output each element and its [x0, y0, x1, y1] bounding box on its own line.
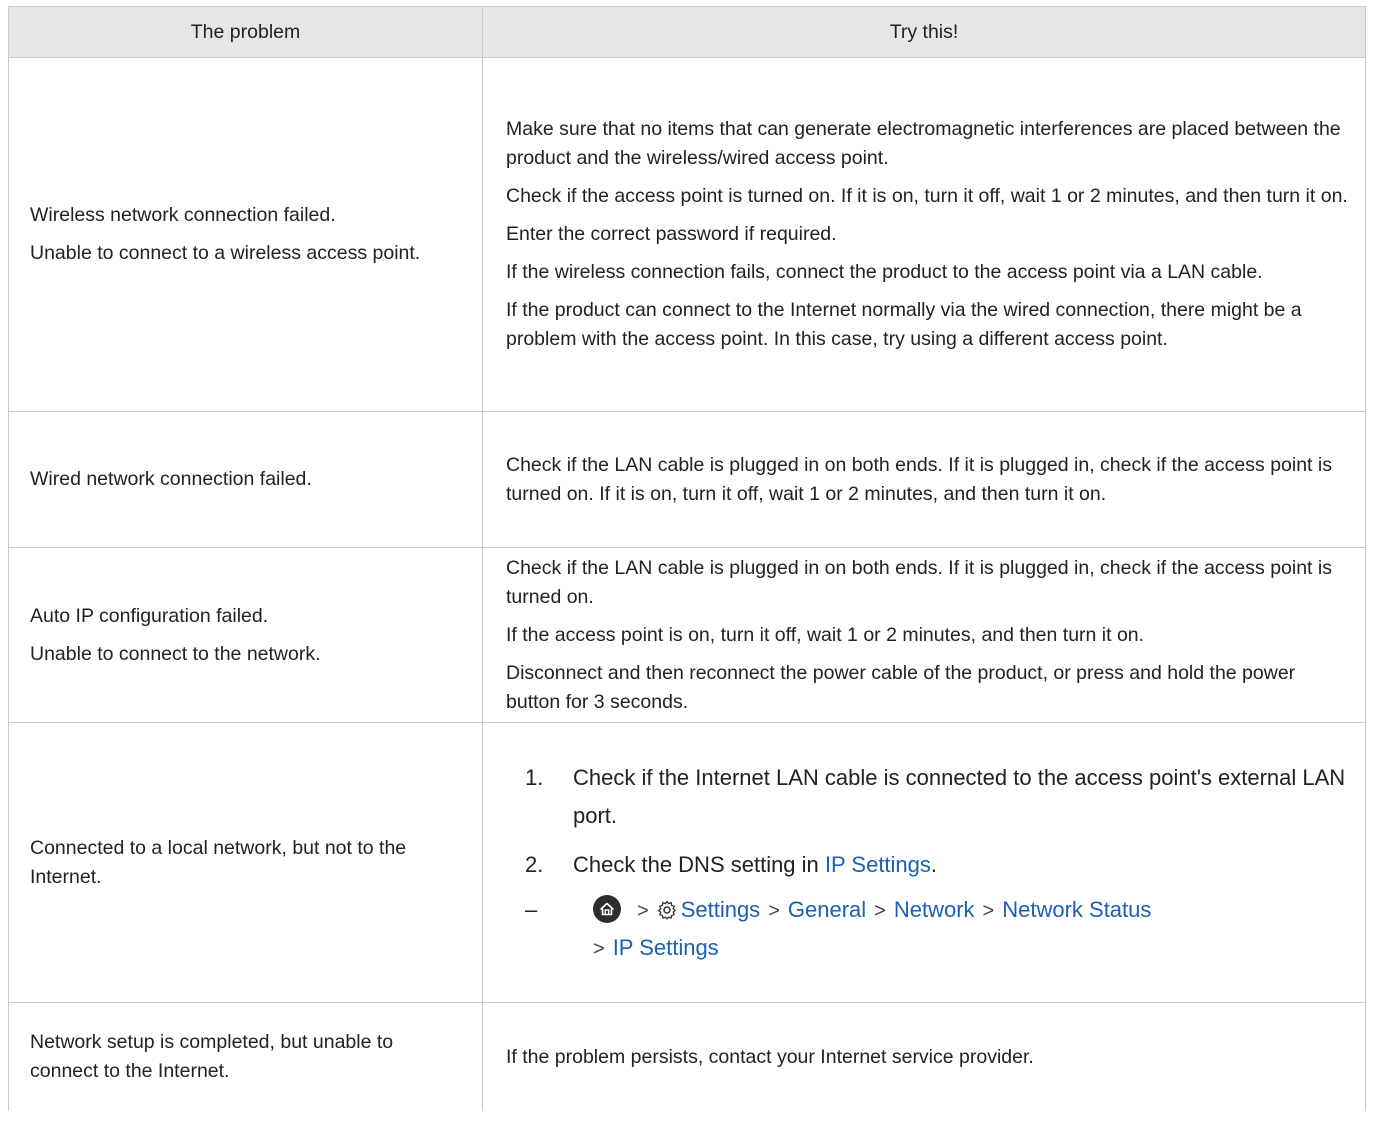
- problem-cell: Wired network connection failed.: [9, 412, 483, 547]
- numbered-steps: 1. Check if the Internet LAN cable is co…: [506, 759, 1351, 884]
- problem-cell: Network setup is completed, but unable t…: [9, 1003, 483, 1111]
- solution-text: If the problem persists, contact your In…: [506, 1045, 1034, 1068]
- solution-text: Make sure that no items that can generat…: [506, 118, 1341, 169]
- problem-text: Wired network connection failed.: [30, 468, 312, 490]
- menu-path: – > Settings > General > Network > Network Sta…: [506, 892, 1351, 967]
- problem-text: Connected to a local network, but not to…: [30, 836, 407, 888]
- step-number: 2.: [525, 851, 544, 877]
- chevron-right-icon: >: [768, 899, 780, 922]
- solution-cell: If the problem persists, contact your In…: [483, 1003, 1365, 1111]
- gear-icon: [657, 895, 677, 930]
- ip-settings-link[interactable]: IP Settings: [825, 852, 931, 877]
- path-item-settings[interactable]: Settings: [681, 897, 761, 922]
- header-problem: The problem: [9, 7, 483, 57]
- problem-text: Unable to connect to a wireless access p…: [30, 242, 421, 264]
- step-number: 1.: [525, 764, 544, 790]
- table-row: Connected to a local network, but not to…: [9, 723, 1365, 1003]
- solution-text: Check if the LAN cable is plugged in on …: [506, 453, 1332, 505]
- problem-text: Wireless network connection failed.: [30, 204, 336, 226]
- solution-text: Check if the access point is turned on. …: [506, 185, 1348, 207]
- troubleshooting-table: The problem Try this! Wireless network c…: [8, 6, 1366, 1111]
- path-text: > Settings > General > Network > Network Statu…: [593, 892, 1351, 967]
- home-icon: [593, 894, 621, 923]
- solution-text: Disconnect and then reconnect the power …: [506, 661, 1296, 713]
- path-item-network-status[interactable]: Network Status: [1002, 897, 1151, 922]
- table-header-row: The problem Try this!: [9, 6, 1365, 58]
- chevron-right-icon: >: [982, 899, 995, 922]
- solution-text: If the wireless connection fails, connec…: [506, 261, 1263, 283]
- solution-cell: Check if the LAN cable is plugged in on …: [483, 548, 1365, 722]
- problem-text: Network setup is completed, but unable t…: [30, 1031, 394, 1082]
- solution-cell: Make sure that no items that can generat…: [483, 58, 1365, 411]
- chevron-right-icon: >: [637, 899, 649, 922]
- step-text: Check the DNS setting in: [573, 851, 825, 877]
- solution-text: Enter the correct password if required.: [506, 223, 837, 245]
- table-row: Auto IP configuration failed. Unable to …: [9, 548, 1365, 723]
- table-row: Network setup is completed, but unable t…: [9, 1003, 1365, 1111]
- table-row: Wireless network connection failed. Unab…: [9, 58, 1365, 412]
- solution-cell: Check if the LAN cable is plugged in on …: [483, 412, 1365, 547]
- problem-text: Unable to connect to the network.: [30, 642, 321, 665]
- step-text: Check if the Internet LAN cable is conne…: [573, 764, 1346, 828]
- path-item-network[interactable]: Network: [894, 897, 975, 922]
- step-text-wrapper: Check the DNS setting in IP Settings.: [573, 846, 1351, 884]
- problem-cell: Connected to a local network, but not to…: [9, 723, 483, 1002]
- solution-text: Check if the LAN cable is plugged in on …: [506, 556, 1332, 608]
- path-dash: –: [525, 896, 538, 922]
- table-row: Wired network connection failed. Check i…: [9, 412, 1365, 548]
- problem-cell: Auto IP configuration failed. Unable to …: [9, 548, 483, 722]
- solution-cell: 1. Check if the Internet LAN cable is co…: [483, 723, 1365, 1002]
- problem-cell: Wireless network connection failed. Unab…: [9, 58, 483, 411]
- step-suffix: .: [930, 851, 938, 877]
- problem-text: Auto IP configuration failed.: [30, 604, 269, 627]
- solution-text: If the access point is on, turn it off, …: [506, 623, 1145, 646]
- step-item: 2. Check the DNS setting in IP Settings.: [525, 846, 1351, 884]
- chevron-right-icon: >: [593, 937, 605, 960]
- header-try-this: Try this!: [889, 20, 959, 43]
- chevron-right-icon: >: [874, 899, 886, 922]
- path-item-ip-settings[interactable]: IP Settings: [613, 935, 719, 960]
- solution-text: If the product can connect to the Intern…: [506, 299, 1302, 350]
- step-item: 1. Check if the Internet LAN cable is co…: [525, 759, 1351, 835]
- path-item-general[interactable]: General: [788, 897, 866, 922]
